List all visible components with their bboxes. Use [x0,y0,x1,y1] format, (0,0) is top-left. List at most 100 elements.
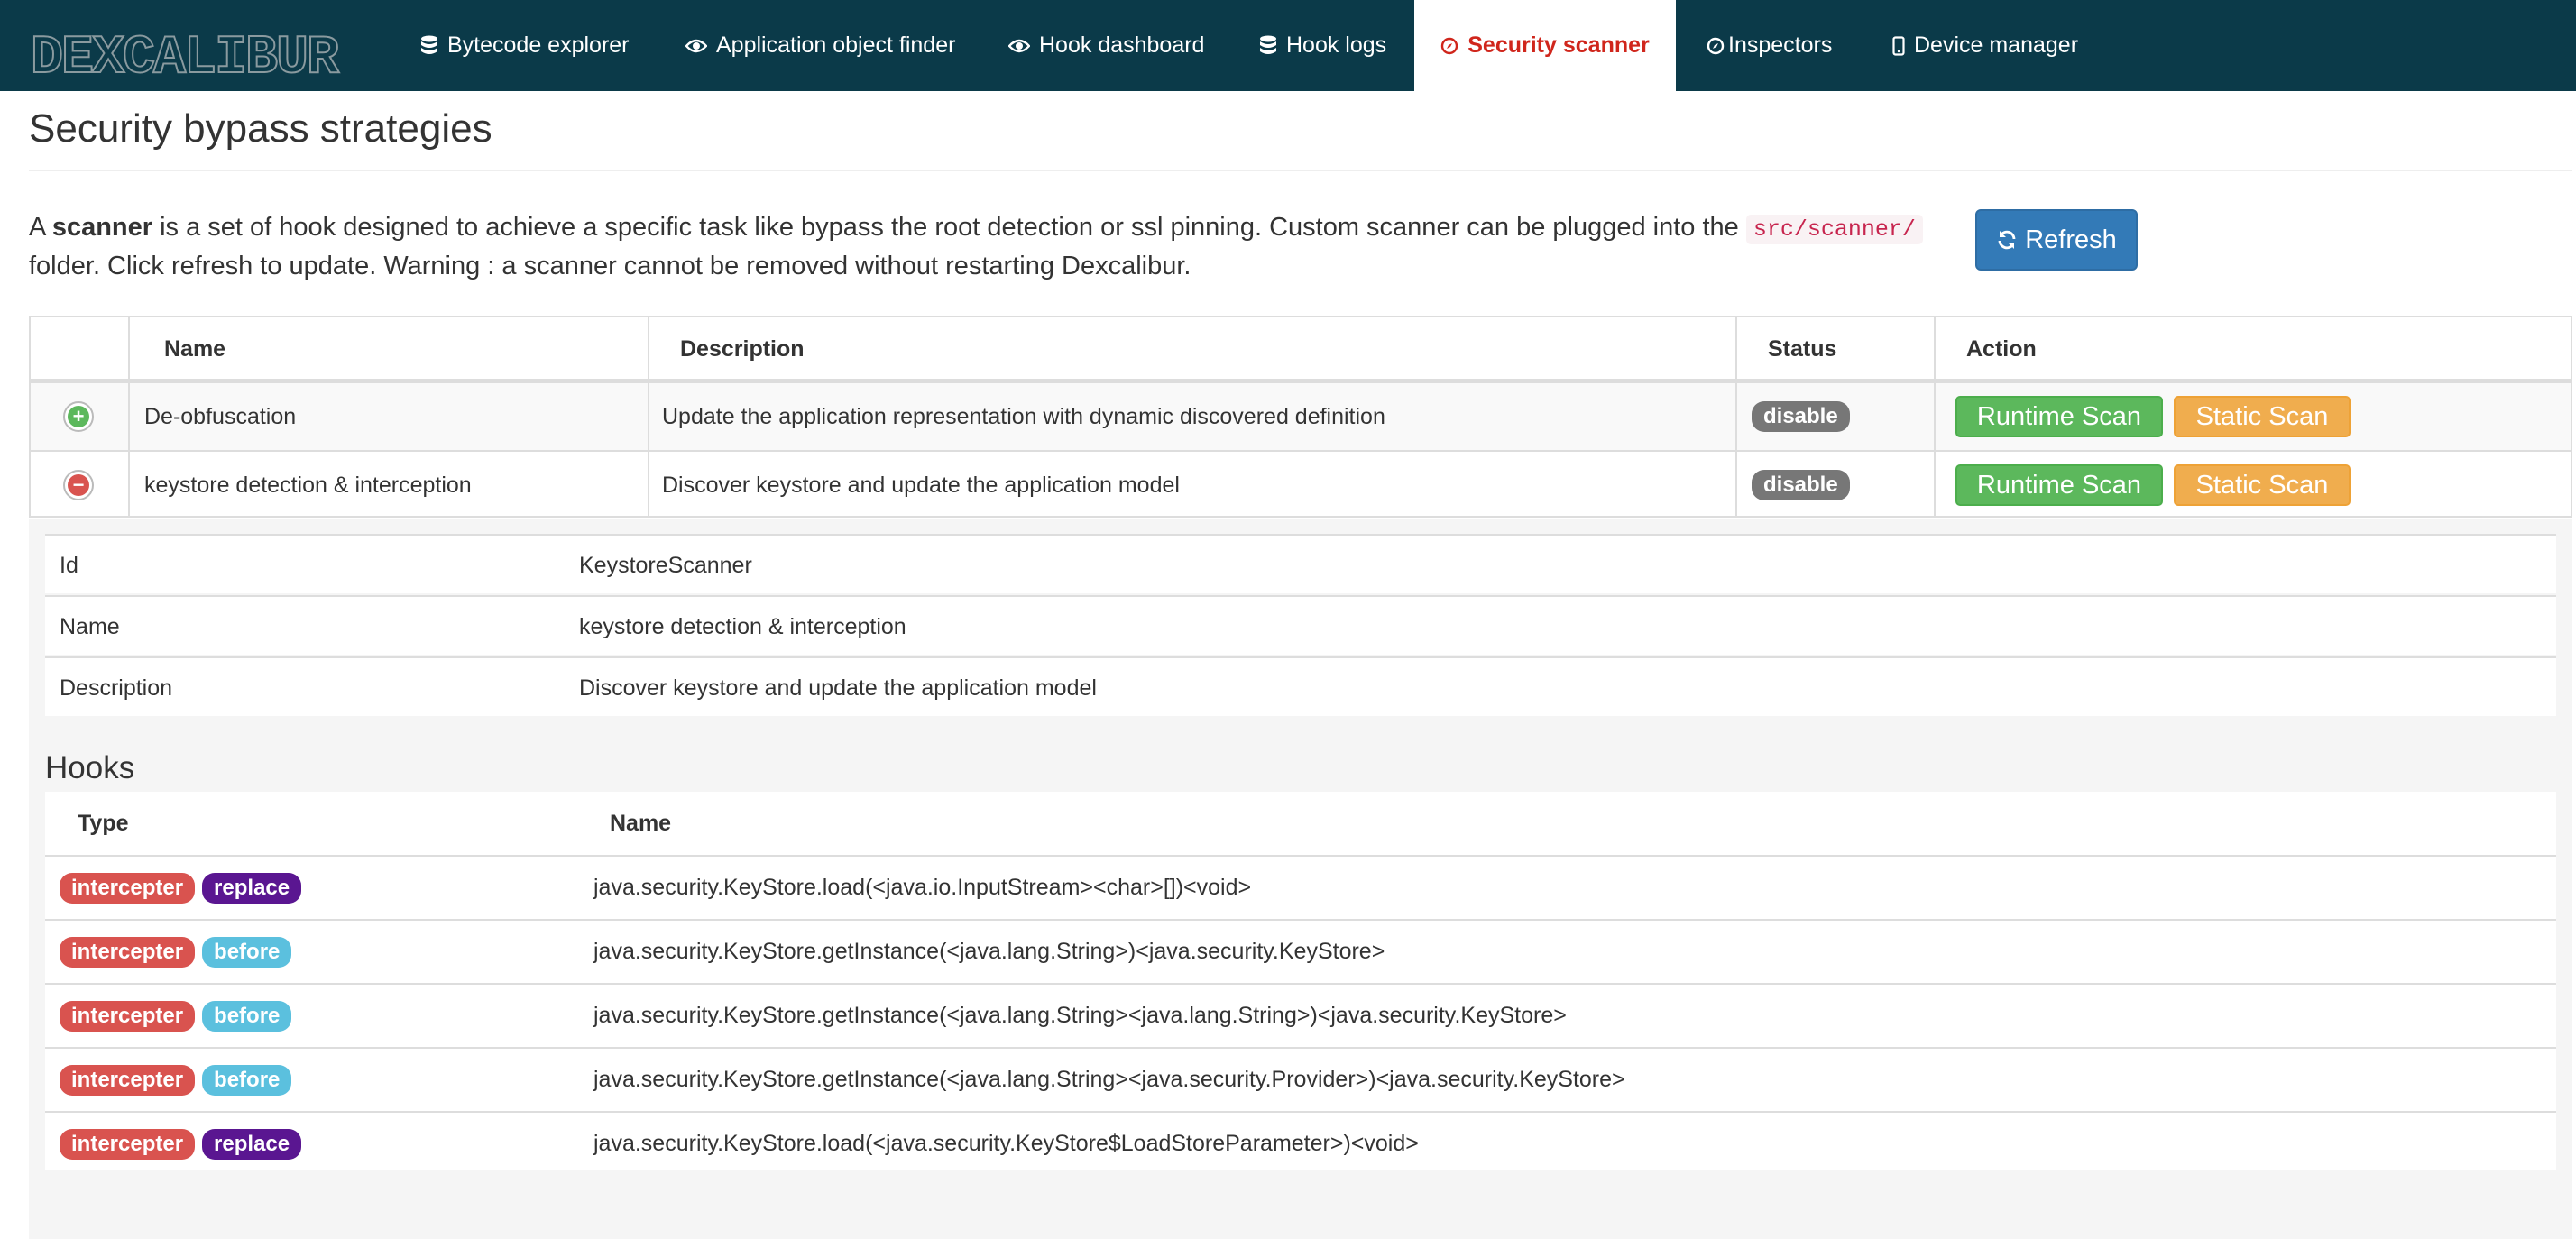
table-row: − keystore detection & interception Disc… [31,452,2571,519]
intro-bold: scanner [51,213,153,242]
add-symbol: + [68,406,89,427]
hook-type-badges: intercepter before [60,921,292,983]
title-divider [29,170,2572,171]
table-row: + De-obfuscation Update the application … [31,383,2571,450]
add-circle-icon: + [63,401,94,432]
hook-type-badges: intercepter before [60,985,292,1047]
hook-row: intercepter before java.security.KeyStor… [45,983,2556,1047]
intro-middle: is a set of hook designed to achieve a s… [152,213,1746,242]
nav-inspectors[interactable]: Inspectors [1707,0,1832,91]
hooks-heading: Hooks [45,750,135,785]
detail-value: keystore detection & interception [579,613,906,639]
column-header-action: Action [1966,335,2037,362]
top-navbar: DEXCALIBUR Bytecode explorer Application… [0,0,2576,91]
hooks-table: Type Name intercepter replace java.secur… [45,792,2556,1170]
nav-hook-logs[interactable]: Hook logs [1259,0,1386,91]
dexcalibur-logo[interactable]: DEXCALIBUR [31,23,355,81]
column-divider [128,317,130,518]
column-divider [1735,317,1737,518]
hook-type-badges: intercepter replace [60,857,302,919]
intro-text: A scanner is a set of hook designed to a… [29,209,1950,284]
hook-type-badges: intercepter before [60,1049,292,1111]
detail-key: Description [60,675,173,701]
scanner-description: Discover keystore and update the applica… [662,472,1180,498]
eye-icon [1008,39,1030,52]
status-badge: disable [1752,470,1850,500]
nav-application-object-finder[interactable]: Application object finder [685,0,955,91]
status-badge: disable [1752,401,1850,432]
scanners-table: Name Description Status Action + De-obfu… [29,316,2572,518]
column-header-name: Name [164,335,226,362]
compass-icon [1441,37,1458,54]
phone-icon [1892,35,1905,56]
nav-label: Security scanner [1467,32,1650,58]
refresh-button[interactable]: Refresh [1975,209,2138,271]
database-icon [1260,35,1276,54]
replace-badge: replace [202,1128,302,1160]
hook-name: java.security.KeyStore.getInstance(<java… [593,939,1385,964]
column-header-description: Description [680,335,805,362]
column-header-status: Status [1768,335,1837,362]
runtime-scan-button[interactable]: Runtime Scan [1955,396,2163,437]
detail-row-name: Name keystore detection & interception [45,595,2556,655]
status-toggle[interactable]: + [63,383,94,450]
intercepter-badge: intercepter [60,1000,196,1032]
database-icon [421,35,437,54]
hook-name: java.security.KeyStore.load(<java.io.Inp… [593,875,1252,900]
column-header-hook-name: Name [610,810,672,836]
intercepter-badge: intercepter [60,872,196,904]
before-badge: before [202,936,292,968]
column-divider [1934,317,1936,518]
scanner-name: keystore detection & interception [144,472,472,498]
brand-text: DEXCALIBUR [31,28,339,81]
nav-bytecode-explorer[interactable]: Bytecode explorer [420,0,630,91]
hook-name: java.security.KeyStore.getInstance(<java… [593,1067,1625,1092]
before-badge: before [202,1000,292,1032]
nav-label: Hook logs [1286,32,1387,58]
replace-badge: replace [202,872,302,904]
refresh-label: Refresh [2025,225,2117,254]
detail-value: KeystoreScanner [579,552,752,578]
intro-suffix: folder. Click refresh to update. Warning… [29,252,1191,280]
status-badge-cell: disable [1752,383,1850,450]
static-scan-button[interactable]: Static Scan [2174,464,2351,506]
status-toggle[interactable]: − [63,452,94,519]
remove-circle-icon: − [63,470,94,500]
remove-symbol: − [68,474,89,496]
nav-security-scanner[interactable]: Security scanner [1414,0,1676,91]
scanner-description: Update the application representation wi… [662,403,1385,429]
detail-row-description: Description Discover keystore and update… [45,656,2556,716]
compass-icon [1707,37,1725,54]
refresh-icon [1998,230,2016,250]
runtime-scan-button[interactable]: Runtime Scan [1955,464,2163,506]
status-badge-cell: disable [1752,452,1850,519]
intercepter-badge: intercepter [60,1064,196,1096]
detail-key: Id [60,552,78,578]
eye-icon [685,39,707,52]
intercepter-badge: intercepter [60,936,196,968]
detail-key: Name [60,613,120,639]
hook-row: intercepter replace java.security.KeySto… [45,1111,2556,1175]
hook-name: java.security.KeyStore.getInstance(<java… [593,1003,1567,1028]
hook-row: intercepter before java.security.KeyStor… [45,919,2556,983]
hook-row: intercepter before java.security.KeyStor… [45,1047,2556,1111]
hook-name: java.security.KeyStore.load(<java.securi… [593,1131,1419,1156]
column-header-type: Type [78,810,129,836]
page-title: Security bypass strategies [29,106,492,151]
static-scan-button[interactable]: Static Scan [2174,396,2351,437]
nav-hook-dashboard[interactable]: Hook dashboard [1008,0,1204,91]
scanner-detail-panel: Id KeystoreScanner Name keystore detecti… [29,519,2572,1239]
intercepter-badge: intercepter [60,1128,196,1160]
column-divider [648,317,649,518]
detail-row-id: Id KeystoreScanner [45,534,2556,593]
scanner-name: De-obfuscation [144,403,297,429]
nav-label: Device manager [1914,32,2079,58]
nav-label: Hook dashboard [1039,32,1205,58]
scanner-folder-path: src/scanner/ [1745,215,1923,244]
nav-device-manager[interactable]: Device manager [1892,0,2078,91]
hook-type-badges: intercepter replace [60,1113,302,1175]
hook-row: intercepter replace java.security.KeySto… [45,855,2556,919]
nav-label: Application object finder [716,32,956,58]
before-badge: before [202,1064,292,1096]
intro-prefix: A [29,213,52,242]
